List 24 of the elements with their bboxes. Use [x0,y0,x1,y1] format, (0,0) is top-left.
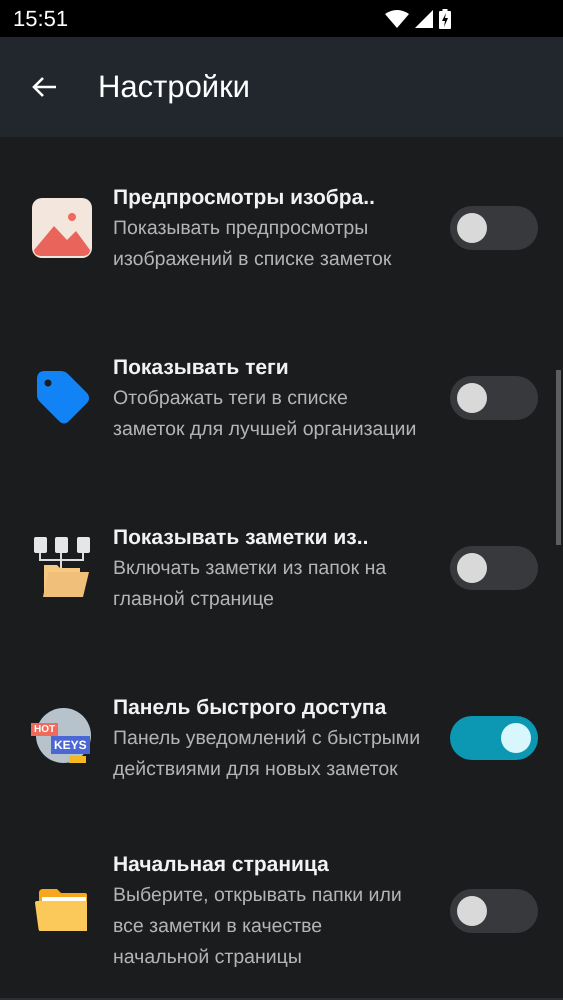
toggle-switch[interactable] [450,206,538,250]
setting-title: Показывать теги [113,354,290,380]
setting-description: Включать заметки из папок на главной странице [113,556,388,612]
folder-icon [35,889,89,933]
setting-title: Показывать заметки из.. [113,524,370,550]
wifi-icon [385,10,409,28]
setting-description: Панель уведомлений с быстрыми действиями для новых заметок [113,726,422,782]
toggle-switch[interactable] [450,716,538,760]
folder-with-documents-icon [33,537,91,599]
setting-title: Начальная страница [113,852,330,878]
battery-icon [439,8,451,28]
image-icon [32,198,92,258]
toggle-switch[interactable] [450,889,538,933]
setting-title: Панель быстрого доступа [113,694,388,720]
back-arrow-icon[interactable] [31,76,57,98]
setting-description: Показывать предпросмотры изображений в списке заметок [113,216,392,272]
status-time: 15:51 [13,6,68,32]
toggle-switch[interactable] [450,376,538,420]
signal-icon [415,10,433,28]
toggle-switch[interactable] [450,546,538,590]
setting-description: Выберите, открывать папки или все заметки в качестве начальной страницы [113,883,403,970]
setting-title: Предпросмотры изобра.. [113,184,376,210]
setting-description: Отображать теги в списке заметок для лучшей организации [113,386,418,442]
screen-title: Настройки [98,69,250,105]
